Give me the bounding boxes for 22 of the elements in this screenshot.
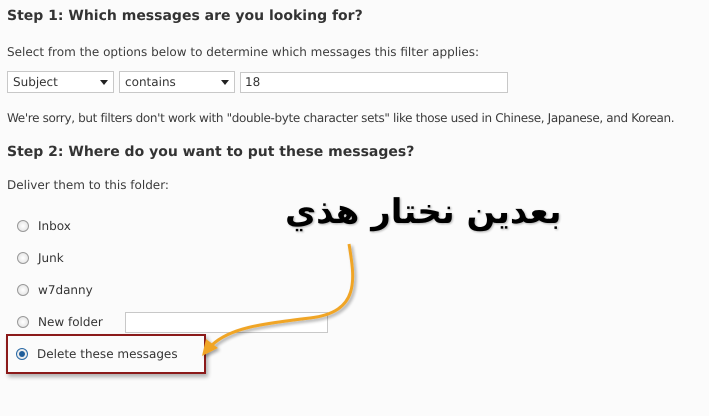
radio-button[interactable] bbox=[17, 252, 29, 264]
radio-button[interactable] bbox=[16, 348, 28, 360]
radio-button[interactable] bbox=[17, 284, 29, 296]
text-field[interactable]: 18 bbox=[240, 72, 508, 92]
option-label[interactable]: New folder bbox=[38, 315, 103, 329]
section-heading: Step 1: Which messages are you looking for? bbox=[7, 7, 364, 26]
option-label[interactable]: Inbox bbox=[38, 219, 71, 233]
caret-icon bbox=[221, 80, 229, 84]
option-label[interactable]: Junk bbox=[38, 251, 64, 265]
section-heading: Step 2: Where do you want to put these messages? bbox=[7, 143, 416, 162]
operator-dropdown[interactable]: contains bbox=[119, 71, 235, 93]
folder-name-field[interactable] bbox=[124, 312, 328, 332]
instruction-text: Deliver them to this folder: bbox=[7, 177, 170, 193]
option-label[interactable]: Delete these messages bbox=[37, 347, 178, 361]
field-dropdown[interactable]: Subject bbox=[7, 71, 114, 93]
notice-text: We're sorry, but filters don't work with "double-byte character sets" like those used in Chinese, Japanese, and Korean. bbox=[7, 110, 676, 126]
radio-button[interactable] bbox=[17, 316, 29, 328]
radio-button[interactable] bbox=[17, 220, 29, 232]
annotation-text: بعدين نختار هذي bbox=[285, 192, 562, 232]
option-label[interactable]: w7danny bbox=[38, 283, 93, 297]
instruction-text: Select from the options below to determine which messages this filter applies: bbox=[7, 44, 480, 60]
caret-icon bbox=[100, 80, 108, 84]
